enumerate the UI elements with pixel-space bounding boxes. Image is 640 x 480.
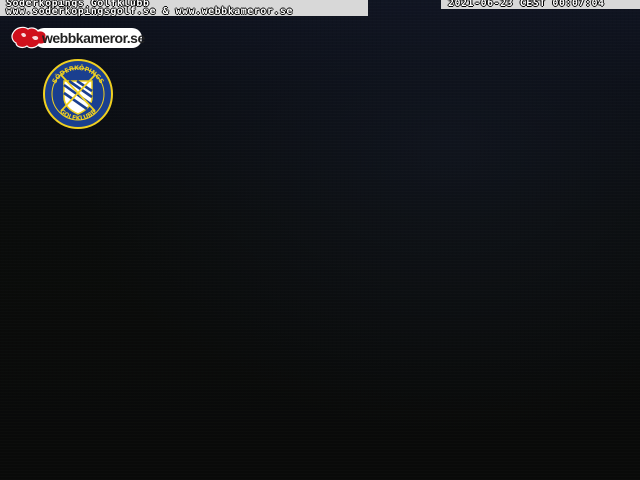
timestamp: 2021-06-23 CEST 00:07:04 — [448, 0, 605, 9]
soderkopings-golfklubb-emblem: SÖDERKÖPINGS GOLFKLUBB — [43, 59, 113, 129]
webbkameror-logo-text: webbkameror.se — [42, 30, 145, 46]
caption-urls: www.soderkopingsgolf.se & www.webbkamero… — [6, 6, 293, 17]
webbkameror-logo: webbkameror.se — [10, 24, 145, 54]
